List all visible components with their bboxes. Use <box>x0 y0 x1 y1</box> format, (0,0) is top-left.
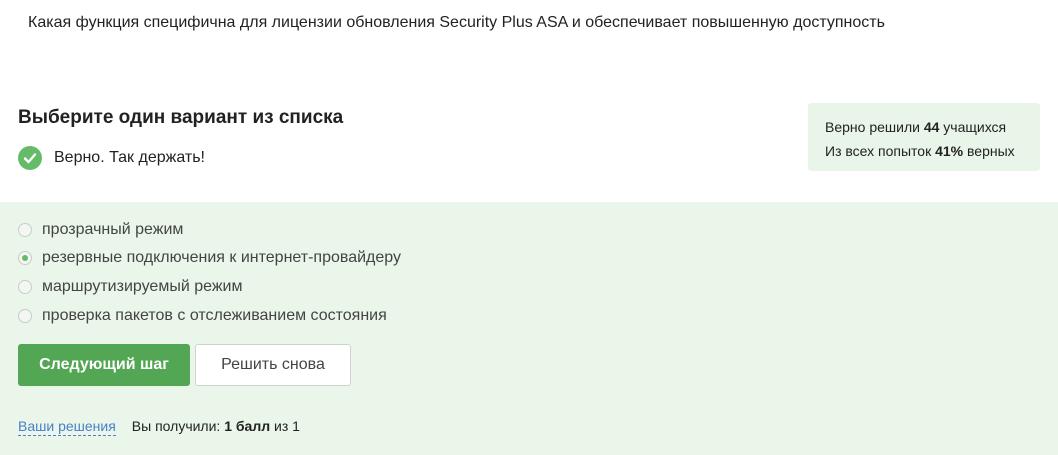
option-label: маршрутизируемый режим <box>42 278 243 295</box>
stats-solved-count: 44 <box>923 119 940 135</box>
radio-button[interactable] <box>18 280 32 294</box>
task-title: Выберите один вариант из списка <box>18 107 344 128</box>
stats-solved-line: Верно решили 44 учащихся <box>825 115 1040 139</box>
option-label: резервные подключения к интернет-провайд… <box>42 249 401 266</box>
feedback-text: Верно. Так держать! <box>54 149 205 166</box>
stats-solved-suffix: учащихся <box>943 119 1007 135</box>
stats-attempts-percent: 41% <box>935 143 964 159</box>
option-isp-backup[interactable]: резервные подключения к интернет-провайд… <box>18 248 401 268</box>
your-solutions-link[interactable]: Ваши решения <box>18 417 116 436</box>
option-label: прозрачный режим <box>42 221 184 238</box>
retry-button[interactable]: Решить снова <box>195 344 351 386</box>
score-suffix: из 1 <box>274 418 300 434</box>
score-text: Вы получили: 1 балл из 1 <box>132 417 300 435</box>
answer-area: прозрачный режим резервные подключения к… <box>0 202 1058 455</box>
option-label: проверка пакетов с отслеживанием состоян… <box>42 307 387 324</box>
feedback-message: Верно. Так держать! <box>18 146 205 170</box>
radio-button[interactable] <box>18 309 32 323</box>
question-text: Какая функция специфична для лицензии об… <box>28 14 885 31</box>
option-transparent-mode[interactable]: прозрачный режим <box>18 220 183 240</box>
quiz-page: Какая функция специфична для лицензии об… <box>0 0 1058 455</box>
check-circle-icon <box>18 146 42 170</box>
stats-attempts-line: Из всех попыток 41% верных <box>825 139 1040 163</box>
next-step-button[interactable]: Следующий шаг <box>18 344 190 386</box>
stats-attempts-prefix: Из всех попыток <box>825 143 932 159</box>
stats-solved-prefix: Верно решили <box>825 119 920 135</box>
radio-dot-icon <box>22 255 28 261</box>
stats-panel: Верно решили 44 учащихся Из всех попыток… <box>808 103 1040 171</box>
result-footer: Ваши решения Вы получили: 1 балл из 1 <box>18 417 300 436</box>
radio-button-selected[interactable] <box>18 251 32 265</box>
option-stateful-inspection[interactable]: проверка пакетов с отслеживанием состоян… <box>18 306 387 326</box>
stats-attempts-suffix: верных <box>967 143 1015 159</box>
option-routed-mode[interactable]: маршрутизируемый режим <box>18 277 242 297</box>
radio-button[interactable] <box>18 223 32 237</box>
score-value: 1 балл <box>224 418 271 434</box>
score-prefix: Вы получили: <box>131 418 221 434</box>
